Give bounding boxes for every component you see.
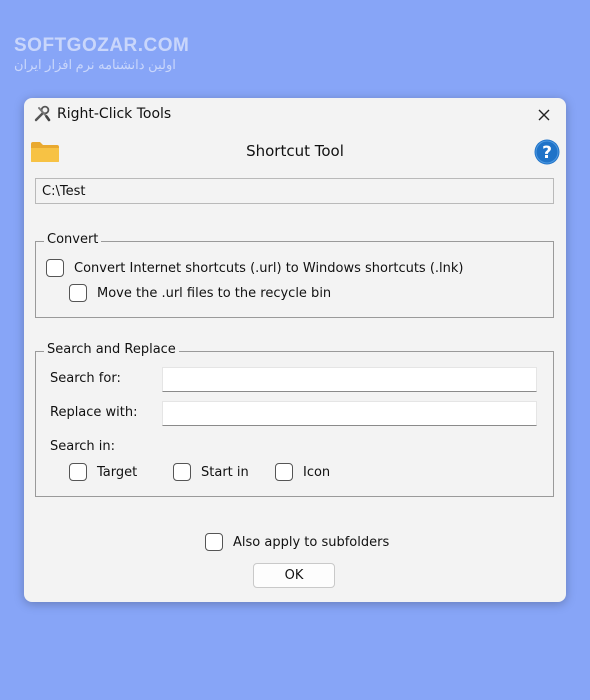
icon-label: Icon bbox=[303, 464, 331, 480]
title-bar[interactable]: Right-Click Tools bbox=[24, 98, 566, 132]
convert-shortcuts-checkbox[interactable] bbox=[46, 259, 64, 277]
convert-group: Convert Convert Internet shortcuts (.url… bbox=[35, 232, 554, 318]
search-in-start-option[interactable]: Start in bbox=[173, 463, 249, 481]
subfolders-option[interactable]: Also apply to subfolders bbox=[205, 533, 389, 551]
convert-shortcuts-option[interactable]: Convert Internet shortcuts (.url) to Win… bbox=[46, 259, 464, 277]
target-checkbox[interactable] bbox=[69, 463, 87, 481]
help-button[interactable]: ? bbox=[534, 139, 560, 165]
help-icon: ? bbox=[534, 139, 560, 165]
dialog-window: Right-Click Tools Shortcut Tool ? Conver… bbox=[24, 98, 566, 602]
close-button[interactable] bbox=[528, 101, 560, 129]
search-for-input[interactable] bbox=[162, 367, 537, 392]
target-label: Target bbox=[97, 464, 138, 480]
subfolders-checkbox[interactable] bbox=[205, 533, 223, 551]
path-input[interactable] bbox=[35, 178, 554, 204]
watermark-subtitle: اولین دانشنامه نرم افزار ایران bbox=[14, 57, 176, 72]
convert-legend: Convert bbox=[44, 232, 102, 247]
search-for-label: Search for: bbox=[50, 371, 121, 386]
replace-with-label: Replace with: bbox=[50, 405, 138, 420]
window-title: Right-Click Tools bbox=[57, 106, 172, 122]
recycle-label: Move the .url files to the recycle bin bbox=[97, 285, 332, 301]
ok-button[interactable]: OK bbox=[253, 563, 335, 588]
search-in-target-option[interactable]: Target bbox=[69, 463, 137, 481]
recycle-checkbox[interactable] bbox=[69, 284, 87, 302]
icon-checkbox[interactable] bbox=[275, 463, 293, 481]
search-in-icon-option[interactable]: Icon bbox=[275, 463, 330, 481]
recycle-option[interactable]: Move the .url files to the recycle bin bbox=[69, 284, 331, 302]
watermark-title: SOFTGOZAR.COM bbox=[14, 35, 190, 56]
start-in-checkbox[interactable] bbox=[173, 463, 191, 481]
convert-shortcuts-label: Convert Internet shortcuts (.url) to Win… bbox=[74, 260, 464, 276]
tools-icon bbox=[33, 105, 51, 123]
replace-with-input[interactable] bbox=[162, 401, 537, 426]
subfolders-label: Also apply to subfolders bbox=[233, 534, 390, 550]
watermark: SOFTGOZAR.COM اولین دانشنامه نرم افزار ا… bbox=[14, 36, 189, 74]
search-replace-group: Search and Replace Search for: Replace w… bbox=[35, 342, 554, 497]
search-in-label: Search in: bbox=[50, 439, 116, 454]
start-in-label: Start in bbox=[201, 464, 249, 480]
svg-text:?: ? bbox=[542, 143, 552, 163]
dialog-heading: Shortcut Tool bbox=[246, 142, 344, 160]
search-replace-legend: Search and Replace bbox=[44, 342, 179, 357]
close-icon bbox=[538, 109, 550, 121]
